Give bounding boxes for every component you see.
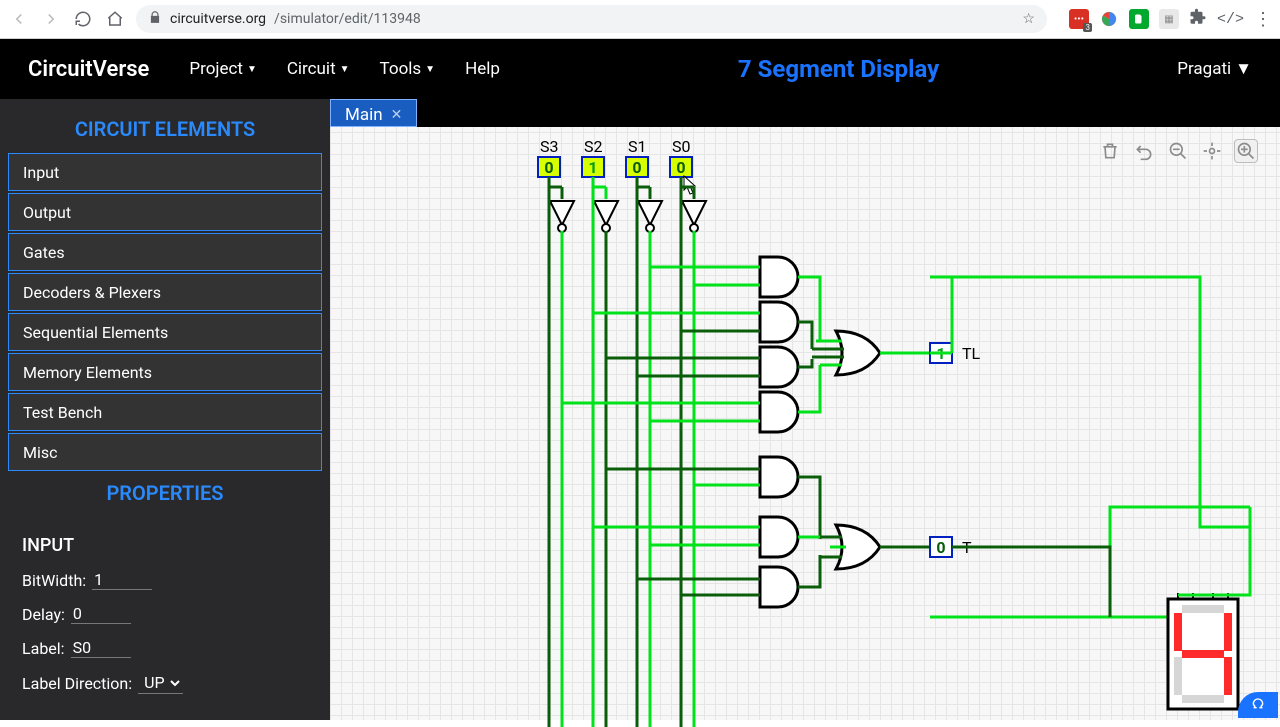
url-host: circuitverse.org bbox=[170, 11, 266, 27]
and-gates-t[interactable] bbox=[760, 457, 798, 607]
brand[interactable]: CircuitVerse bbox=[28, 57, 149, 82]
kebab-icon[interactable]: ⋮ bbox=[1254, 9, 1272, 30]
ext-lastpass-icon[interactable]: •••3 bbox=[1069, 9, 1089, 29]
bitwidth-value[interactable]: 1 bbox=[92, 570, 152, 590]
ext-evernote-icon[interactable] bbox=[1129, 9, 1149, 29]
and-gates-tl[interactable] bbox=[760, 257, 798, 432]
ext-generic-icon[interactable]: ▦ bbox=[1159, 9, 1179, 29]
delay-value[interactable]: 0 bbox=[71, 604, 131, 624]
sidebar: CIRCUIT ELEMENTS Input Output Gates Deco… bbox=[0, 99, 330, 720]
help-bubble[interactable] bbox=[1238, 692, 1278, 718]
menu-tools[interactable]: Tools▼ bbox=[380, 59, 436, 79]
cat-output[interactable]: Output bbox=[8, 193, 322, 231]
canvas[interactable]: Main✕ bbox=[330, 99, 1280, 720]
cat-input[interactable]: Input bbox=[8, 153, 322, 191]
back-icon[interactable] bbox=[8, 8, 30, 30]
browser-chrome: circuitverse.org/simulator/edit/113948 ☆… bbox=[0, 0, 1280, 39]
extensions-icon[interactable] bbox=[1189, 8, 1207, 30]
cat-memory[interactable]: Memory Elements bbox=[8, 353, 322, 391]
input-s3-value[interactable]: 0 bbox=[544, 158, 553, 177]
label-label: Label: bbox=[22, 639, 65, 658]
input-s2-label: S2 bbox=[584, 137, 603, 156]
input-s0-label: S0 bbox=[672, 137, 691, 156]
cat-decoders[interactable]: Decoders & Plexers bbox=[8, 273, 322, 311]
home-icon[interactable] bbox=[104, 8, 126, 30]
properties-title: INPUT bbox=[22, 535, 308, 556]
devtools-icon[interactable]: </> bbox=[1217, 11, 1244, 28]
input-s2-value[interactable]: 1 bbox=[588, 158, 597, 177]
star-icon[interactable]: ☆ bbox=[1022, 11, 1035, 27]
menu-project[interactable]: Project▼ bbox=[189, 59, 256, 79]
cat-gates[interactable]: Gates bbox=[8, 233, 322, 271]
tab-bar: Main✕ bbox=[330, 99, 1280, 127]
input-s3-label: S3 bbox=[540, 137, 559, 156]
lock-icon bbox=[148, 10, 162, 28]
user-menu[interactable]: Pragati▼ bbox=[1177, 59, 1252, 79]
close-icon[interactable]: ✕ bbox=[391, 107, 403, 123]
cat-sequential[interactable]: Sequential Elements bbox=[8, 313, 322, 351]
output-tl-label: TL bbox=[962, 344, 981, 363]
url-bar[interactable]: circuitverse.org/simulator/edit/113948 ☆ bbox=[136, 5, 1047, 33]
elements-header: CIRCUIT ELEMENTS bbox=[8, 109, 322, 153]
tab-main[interactable]: Main✕ bbox=[330, 99, 417, 127]
labeldir-select[interactable]: UP bbox=[138, 672, 183, 694]
circuit-svg[interactable]: S3 S2 S1 S0 0 1 0 0 bbox=[330, 127, 1280, 727]
project-title[interactable]: 7 Segment Display bbox=[500, 55, 1177, 83]
app-bar: CircuitVerse Project▼ Circuit▼ Tools▼ He… bbox=[0, 39, 1280, 99]
menu-circuit[interactable]: Circuit▼ bbox=[287, 59, 350, 79]
output-t-value: 0 bbox=[936, 538, 945, 557]
delay-label: Delay: bbox=[22, 605, 65, 624]
ext-colorpicker-icon[interactable] bbox=[1099, 9, 1119, 29]
bitwidth-label: BitWidth: bbox=[22, 571, 86, 590]
forward-icon[interactable] bbox=[40, 8, 62, 30]
cat-misc[interactable]: Misc bbox=[8, 433, 322, 471]
cat-testbench[interactable]: Test Bench bbox=[8, 393, 322, 431]
seven-segment[interactable] bbox=[1168, 593, 1238, 709]
url-path: /simulator/edit/113948 bbox=[274, 11, 421, 27]
label-value[interactable]: S0 bbox=[71, 638, 131, 658]
input-s1-label: S1 bbox=[628, 137, 647, 156]
refresh-icon[interactable] bbox=[72, 8, 94, 30]
input-s0-value[interactable]: 0 bbox=[676, 158, 685, 177]
extensions: •••3 ▦ </> ⋮ bbox=[1069, 8, 1272, 30]
input-pins[interactable] bbox=[538, 157, 692, 177]
labeldir-label: Label Direction: bbox=[22, 674, 132, 693]
not-gates[interactable] bbox=[550, 201, 706, 232]
or-gate-tl[interactable] bbox=[836, 331, 880, 375]
properties-header: PROPERTIES bbox=[8, 473, 322, 517]
input-s1-value[interactable]: 0 bbox=[632, 158, 641, 177]
menu-help[interactable]: Help bbox=[465, 59, 500, 79]
